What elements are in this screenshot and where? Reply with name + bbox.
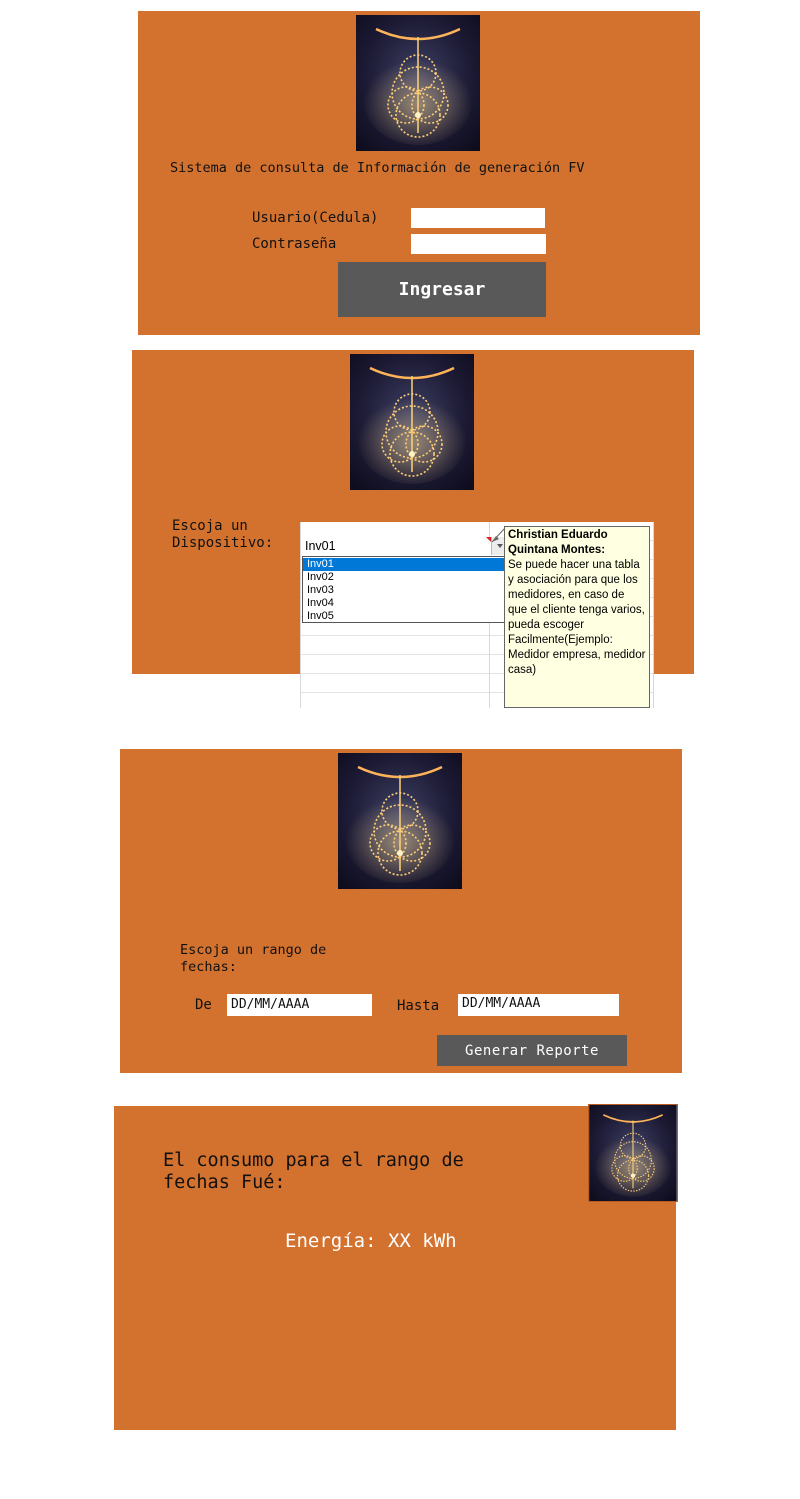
to-date-input[interactable]: DD/MM/AAAA bbox=[458, 994, 619, 1016]
password-label: Contraseña bbox=[252, 236, 337, 252]
app-logo bbox=[350, 354, 474, 490]
device-selected-value: Inv01 bbox=[305, 539, 336, 553]
device-option[interactable]: Inv03 bbox=[303, 584, 506, 597]
date-panel: Escoja un rango de fechas: De DD/MM/AAAA… bbox=[120, 749, 682, 1073]
comment-author: Christian Eduardo Quintana Montes: bbox=[508, 529, 608, 556]
login-title: Sistema de consulta de Información de ge… bbox=[170, 160, 585, 176]
device-options-list[interactable]: Inv01 Inv02 Inv03 Inv04 Inv05 bbox=[302, 556, 507, 623]
login-button[interactable]: Ingresar bbox=[338, 262, 546, 317]
password-input[interactable] bbox=[411, 234, 546, 254]
elden-ring-icon bbox=[589, 1105, 677, 1201]
app-logo bbox=[338, 753, 462, 889]
generate-report-label: Generar Reporte bbox=[465, 1042, 599, 1059]
login-panel: Sistema de consulta de Información de ge… bbox=[138, 11, 700, 335]
result-heading-line2: fechas Fué: bbox=[163, 1172, 286, 1193]
user-label: Usuario(Cedula) bbox=[252, 210, 379, 226]
date-label-line2: fechas: bbox=[180, 959, 237, 975]
device-option[interactable]: Inv01 bbox=[303, 558, 506, 571]
cell-comment: Christian Eduardo Quintana Montes: Se pu… bbox=[504, 526, 650, 708]
device-label-line1: Escoja un bbox=[172, 518, 248, 534]
elden-ring-icon bbox=[338, 753, 462, 889]
device-select-cell[interactable]: Inv01 bbox=[301, 537, 507, 556]
elden-ring-icon bbox=[356, 15, 480, 151]
app-logo bbox=[356, 15, 480, 151]
from-label: De bbox=[195, 997, 212, 1013]
device-option[interactable]: Inv04 bbox=[303, 597, 506, 610]
app-logo bbox=[588, 1104, 678, 1202]
device-label-line2: Dispositivo: bbox=[172, 535, 274, 551]
device-option[interactable]: Inv02 bbox=[303, 571, 506, 584]
from-date-input[interactable]: DD/MM/AAAA bbox=[227, 994, 372, 1016]
energy-value: Energía: XX kWh bbox=[285, 1230, 457, 1252]
result-heading-line1: El consumo para el rango de bbox=[163, 1150, 464, 1171]
comment-body: Se puede hacer una tabla y asociación pa… bbox=[508, 559, 646, 676]
user-input[interactable] bbox=[411, 208, 545, 228]
login-button-label: Ingresar bbox=[398, 279, 486, 300]
generate-report-button[interactable]: Generar Reporte bbox=[437, 1035, 627, 1066]
device-option[interactable]: Inv05 bbox=[303, 610, 506, 623]
elden-ring-icon bbox=[350, 354, 474, 490]
date-label-line1: Escoja un rango de bbox=[180, 942, 327, 958]
to-label: Hasta bbox=[397, 998, 440, 1014]
